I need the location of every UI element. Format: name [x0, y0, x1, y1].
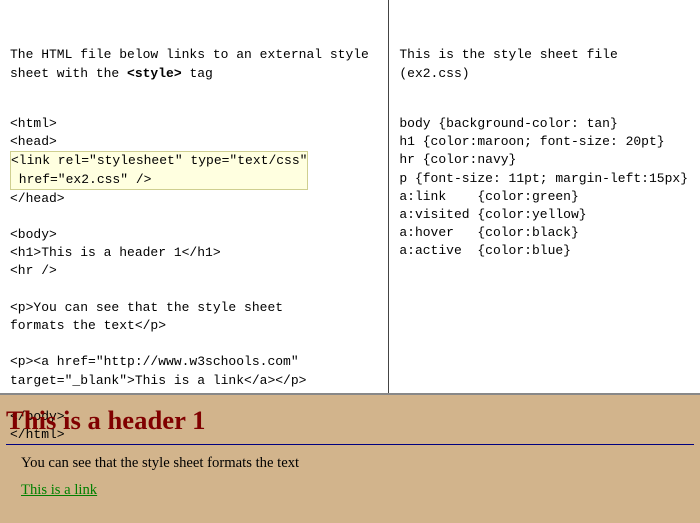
preview-link[interactable]: This is a link — [21, 482, 97, 498]
code-line: h1 {color:maroon; font-size: 20pt} — [399, 134, 664, 149]
code-line: a:visited {color:yellow} — [399, 207, 586, 222]
code-line: <link rel="stylesheet" type="text/css" — [11, 153, 307, 168]
highlighted-link-tag: <link rel="stylesheet" type="text/css" h… — [10, 151, 308, 189]
intro-bold-tag: <style> — [127, 66, 182, 81]
code-line: <hr /> — [10, 263, 57, 278]
code-line: p {font-size: 11pt; margin-left:15px} — [399, 171, 688, 186]
code-line: a:active {color:blue} — [399, 243, 571, 258]
css-source-panel: This is the style sheet file (ex2.css) b… — [389, 0, 700, 393]
code-line: href="ex2.css" /> — [11, 172, 151, 187]
code-line: a:link {color:green} — [399, 189, 578, 204]
code-line: a:hover {color:black} — [399, 225, 578, 240]
code-line: <html> — [10, 116, 57, 131]
intro-text-suffix: tag — [182, 66, 213, 81]
code-line: <p><a href="http://www.w3schools.com" — [10, 354, 299, 369]
code-line: <p>You can see that the style sheet — [10, 300, 283, 315]
code-line: </head> — [10, 191, 65, 206]
code-line: target="_blank">This is a link</a></p> — [10, 373, 306, 388]
code-line: <head> — [10, 134, 57, 149]
code-panels: The HTML file below links to an external… — [0, 0, 700, 395]
preview-link-paragraph: This is a link — [21, 482, 694, 499]
html-intro: The HTML file below links to an external… — [10, 46, 376, 82]
code-line: body {background-color: tan} — [399, 116, 617, 131]
code-line: hr {color:navy} — [399, 152, 516, 167]
preview-paragraph: You can see that the style sheet formats… — [21, 455, 694, 472]
code-line: <body> — [10, 227, 57, 242]
code-line: <h1>This is a header 1</h1> — [10, 245, 221, 260]
css-intro: This is the style sheet file (ex2.css) — [399, 46, 688, 82]
code-line: formats the text</p> — [10, 318, 166, 333]
html-source-panel: The HTML file below links to an external… — [0, 0, 389, 393]
